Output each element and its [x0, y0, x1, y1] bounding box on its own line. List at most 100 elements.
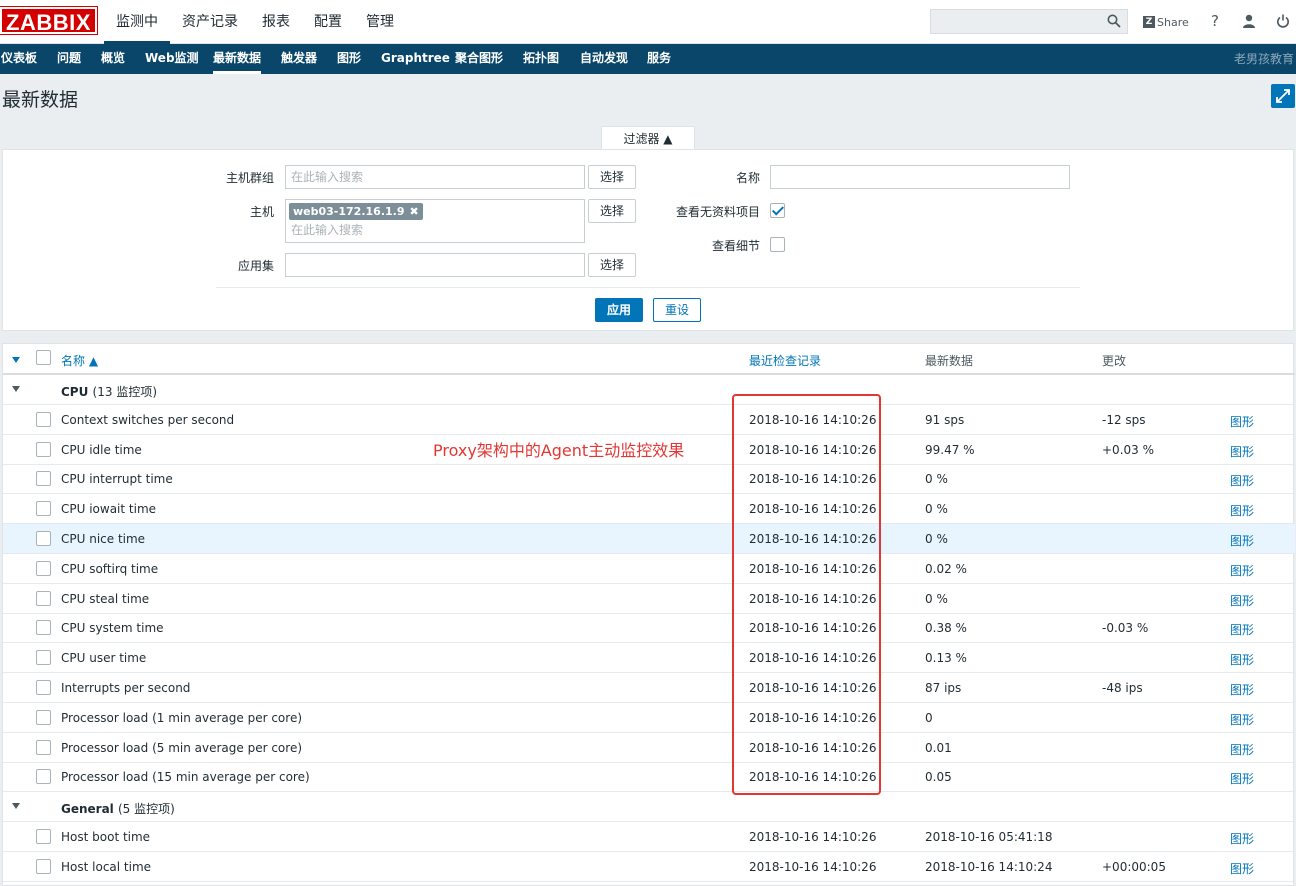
- table-row: Host boot time 2018-10-16 14:10:26 2018-10…: [3, 822, 1295, 852]
- group-row[interactable]: CPU (13 监控项): [3, 375, 1295, 405]
- group-name: General (5 监控项): [61, 800, 175, 817]
- help-icon[interactable]: ?: [1206, 12, 1224, 30]
- graph-link[interactable]: 图形: [1230, 502, 1254, 519]
- group-row[interactable]: General (5 监控项): [3, 792, 1295, 823]
- graph-link[interactable]: 图形: [1230, 860, 1254, 877]
- application-input[interactable]: [285, 253, 585, 277]
- graph-link[interactable]: 图形: [1230, 472, 1254, 489]
- table-row: CPU softirq time 2018-10-16 14:10:26 0.02 …: [3, 554, 1295, 584]
- collapse-all-icon[interactable]: [12, 357, 20, 363]
- row-checkbox[interactable]: [36, 531, 51, 546]
- graph-link[interactable]: 图形: [1230, 651, 1254, 668]
- graph-link[interactable]: 图形: [1230, 413, 1254, 430]
- group-title: General: [61, 802, 114, 817]
- nav-triggers[interactable]: 触发器: [281, 44, 317, 74]
- filter-divider: [216, 287, 1080, 288]
- row-checkbox[interactable]: [36, 590, 51, 606]
- show-details-checkbox[interactable]: [770, 237, 785, 252]
- row-checkbox[interactable]: [36, 441, 51, 457]
- nav-maps[interactable]: 拓扑图: [523, 44, 559, 74]
- nav-discovery[interactable]: 自动发现: [580, 44, 628, 74]
- menu-administration[interactable]: 管理: [354, 0, 406, 44]
- apply-button[interactable]: 应用: [595, 298, 643, 322]
- group-count: (13 监控项): [92, 385, 157, 399]
- name-input[interactable]: [770, 165, 1070, 189]
- graph-link[interactable]: 图形: [1230, 443, 1254, 460]
- graph-link[interactable]: 图形: [1230, 562, 1254, 579]
- nav-services[interactable]: 服务: [647, 44, 671, 74]
- graph-link[interactable]: 图形: [1230, 741, 1254, 758]
- sign-out-icon[interactable]: [1274, 12, 1292, 30]
- row-checkbox[interactable]: [36, 709, 51, 725]
- row-checkbox[interactable]: [36, 411, 51, 427]
- host-select-button[interactable]: 选择: [588, 199, 636, 223]
- remove-tag-icon[interactable]: ✖: [409, 205, 418, 218]
- last-value: 0: [925, 710, 933, 725]
- row-checkbox[interactable]: [36, 829, 51, 844]
- row-checkbox[interactable]: [36, 650, 51, 666]
- graph-link[interactable]: 图形: [1230, 711, 1254, 728]
- row-checkbox[interactable]: [36, 858, 51, 874]
- share-button[interactable]: Z Share: [1143, 13, 1189, 31]
- nav-graphs[interactable]: 图形: [337, 44, 361, 74]
- collapse-group-icon[interactable]: [12, 803, 20, 810]
- reset-button[interactable]: 重设: [653, 298, 701, 322]
- graph-link[interactable]: 图形: [1230, 532, 1254, 549]
- graph-link[interactable]: 图形: [1230, 621, 1254, 638]
- nav-web[interactable]: Web监测: [145, 44, 199, 74]
- value-change: -12 sps: [1102, 412, 1146, 427]
- row-checkbox[interactable]: [36, 501, 51, 517]
- item-name: Host boot time: [61, 830, 151, 844]
- group-title: CPU: [61, 385, 89, 399]
- item-name: CPU system time: [61, 621, 164, 636]
- host-group-input[interactable]: 在此输入搜索: [285, 165, 585, 189]
- graph-link[interactable]: 图形: [1230, 592, 1254, 609]
- row-checkbox[interactable]: [36, 620, 51, 636]
- col-last-check[interactable]: 最近检查记录: [749, 352, 821, 369]
- last-check-time: 2018-10-16 14:10:26: [749, 830, 877, 844]
- collapse-group-icon[interactable]: [12, 386, 20, 392]
- nav-overview[interactable]: 概览: [101, 44, 125, 74]
- item-name: CPU user time: [61, 651, 147, 666]
- top-header: ZABBIX 监测中 资产记录 报表 配置 管理 Z Share ?: [0, 0, 1296, 44]
- menu-monitoring[interactable]: 监测中: [104, 0, 170, 44]
- last-value: 0 %: [925, 532, 948, 546]
- menu-inventory[interactable]: 资产记录: [170, 0, 250, 44]
- zabbix-logo[interactable]: ZABBIX: [0, 6, 98, 35]
- value-change: -0.03 %: [1102, 621, 1149, 636]
- menu-configuration[interactable]: 配置: [302, 0, 354, 44]
- select-all-checkbox[interactable]: [36, 350, 51, 365]
- col-change: 更改: [1102, 354, 1127, 368]
- search-icon[interactable]: [1107, 14, 1121, 28]
- row-checkbox[interactable]: [36, 560, 51, 576]
- show-no-data-checkbox[interactable]: [770, 203, 785, 218]
- user-profile-icon[interactable]: [1240, 12, 1258, 30]
- table-row: Interrupts per second 2018-10-16 14:10:26…: [3, 673, 1295, 703]
- show-no-data-label: 查看无资料项目: [675, 205, 760, 219]
- nav-problems[interactable]: 问题: [57, 44, 81, 74]
- show-details-label: 查看细节: [711, 239, 760, 253]
- table-row: Context switches per second 2018-10-16 14…: [3, 405, 1295, 435]
- row-checkbox[interactable]: [36, 769, 51, 785]
- filter-tab[interactable]: 过滤器 ▲: [601, 126, 695, 150]
- row-checkbox[interactable]: [36, 739, 51, 755]
- host-group-select-button[interactable]: 选择: [588, 165, 636, 189]
- application-select-button[interactable]: 选择: [588, 253, 636, 277]
- menu-reports[interactable]: 报表: [250, 0, 302, 44]
- col-name[interactable]: 名称 ▲: [61, 352, 98, 369]
- nav-graphtree[interactable]: Graphtree: [381, 44, 450, 74]
- fullscreen-button[interactable]: [1271, 84, 1295, 108]
- sub-navigation: 仪表板 问题 概览 Web监测 最新数据 触发器 图形 Graphtree 聚合…: [0, 44, 1296, 74]
- graph-link[interactable]: 图形: [1230, 830, 1254, 847]
- graph-link[interactable]: 图形: [1230, 681, 1254, 698]
- nav-dashboard[interactable]: 仪表板: [1, 44, 37, 74]
- nav-screens[interactable]: 聚合图形: [455, 44, 503, 74]
- row-checkbox[interactable]: [36, 471, 51, 487]
- nav-latest-data[interactable]: 最新数据: [213, 44, 262, 74]
- graph-link[interactable]: 图形: [1230, 770, 1254, 787]
- host-search-placeholder: 在此输入搜索: [291, 223, 364, 237]
- last-value: 0.02 %: [925, 561, 967, 576]
- row-checkbox[interactable]: [36, 680, 51, 695]
- search-input[interactable]: [930, 9, 1128, 34]
- col-last-value: 最新数据: [925, 354, 974, 368]
